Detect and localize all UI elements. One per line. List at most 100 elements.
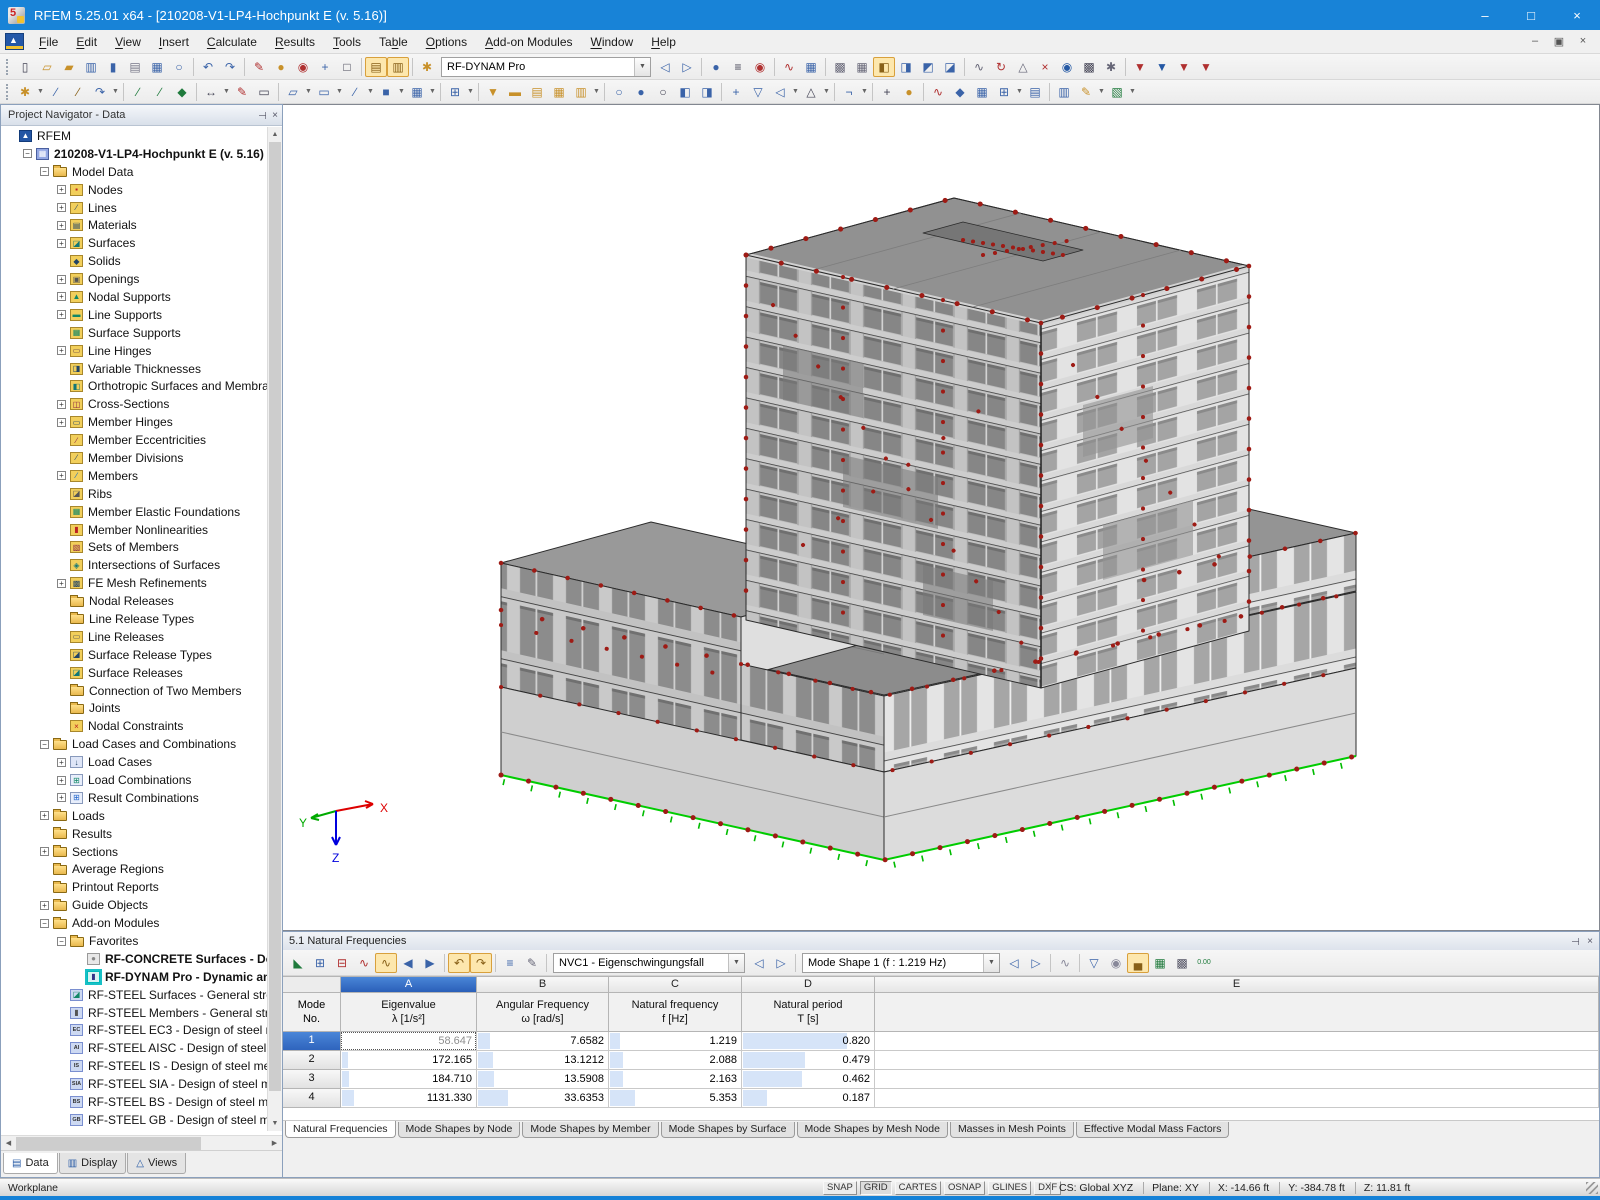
tree-item-member-hinges[interactable]: +▭Member Hinges — [1, 413, 282, 431]
decimal-places-icon[interactable]: 0.00 — [1193, 953, 1215, 973]
tree-expander-icon[interactable]: + — [57, 239, 66, 248]
tree-item-210208-v1-lp4-hochpunkt-e-v-5-16[interactable]: −▦210208-V1-LP4-Hochpunkt E (v. 5.16) — [1, 145, 282, 163]
tree-item-variable-thicknesses[interactable]: ◨Variable Thicknesses — [1, 360, 282, 378]
close-button[interactable]: × — [1554, 0, 1600, 30]
tree-item-average-regions[interactable]: Average Regions — [1, 861, 282, 879]
menu-calculate[interactable]: Calculate — [198, 32, 266, 52]
table-tab-mode-shapes-by-node[interactable]: Mode Shapes by Node — [398, 1122, 521, 1138]
tree-expander-icon[interactable]: + — [40, 847, 49, 856]
column-letter-A[interactable]: A — [341, 976, 477, 993]
mdi-minimize-button[interactable]: – — [1528, 35, 1542, 48]
time-diagram-icon[interactable]: ∿ — [1054, 953, 1076, 973]
status-toggle-glines[interactable]: GLINES — [988, 1181, 1031, 1195]
navigator-tab-data[interactable]: ▤Data — [3, 1153, 58, 1174]
dropdown-arrow-icon[interactable]: ▼ — [335, 88, 344, 95]
tree-item-intersections-of-surfaces[interactable]: ◈Intersections of Surfaces — [1, 556, 282, 574]
column-letter-D[interactable]: D — [742, 976, 875, 993]
rendering-icon[interactable]: ✎ — [248, 57, 270, 77]
menu-table[interactable]: Table — [370, 32, 417, 52]
result-diagram-icon[interactable]: ∿ — [353, 953, 375, 973]
status-toggle-osnap[interactable]: OSNAP — [944, 1181, 985, 1195]
tree-item-rf-steel-is-design-of-steel-mem[interactable]: ISRF-STEEL IS - Design of steel mem — [1, 1057, 282, 1075]
solid-tool-icon[interactable]: ■ — [375, 82, 397, 102]
cell-D4[interactable]: 0.187 — [742, 1089, 875, 1108]
tree-expander-icon[interactable]: + — [57, 776, 66, 785]
cancel-icon[interactable]: × — [1034, 57, 1056, 77]
tree-item-loads[interactable]: +Loads — [1, 807, 282, 825]
filter-results-icon[interactable]: ▽ — [1083, 953, 1105, 973]
cell-B1[interactable]: 7.6582 — [477, 1032, 609, 1051]
redo-icon[interactable]: ↷ — [219, 57, 241, 77]
toolbar-grip[interactable] — [6, 59, 11, 75]
view-z-icon[interactable]: ◪ — [939, 57, 961, 77]
tree-item-fe-mesh-refinements[interactable]: +▩FE Mesh Refinements — [1, 574, 282, 592]
tree-expander-icon[interactable]: − — [23, 149, 32, 158]
new-model-icon[interactable]: ▯ — [14, 57, 36, 77]
column-letter-B[interactable]: B — [477, 976, 609, 993]
table-tab-mode-shapes-by-surface[interactable]: Mode Shapes by Surface — [661, 1122, 795, 1138]
tree-item-add-on-modules[interactable]: −Add-on Modules — [1, 914, 282, 932]
results-deform-icon[interactable]: ∿ — [927, 82, 949, 102]
block-tool-icon[interactable]: ▦ — [406, 82, 428, 102]
free-load-icon[interactable]: ▥ — [570, 82, 592, 102]
mdi-document-icon[interactable] — [5, 33, 24, 50]
column-header-A[interactable]: Eigenvalueλ [1/s²] — [341, 993, 477, 1032]
column-header-C[interactable]: Natural frequencyf [Hz] — [609, 993, 742, 1032]
select-rect-icon[interactable]: ▭ — [253, 82, 275, 102]
status-toggle-grid[interactable]: GRID — [860, 1181, 892, 1195]
prev-view-icon[interactable]: ◨ — [696, 82, 718, 102]
zoom-icon[interactable]: ○ — [608, 82, 630, 102]
tower-right-facade[interactable] — [1041, 266, 1249, 688]
model-3d-view[interactable]: X Y Z — [283, 105, 1598, 930]
tree-expander-icon[interactable]: + — [57, 579, 66, 588]
scroll-down-icon[interactable]: ▼ — [268, 1116, 282, 1131]
print-icon[interactable]: ▦ — [146, 57, 168, 77]
cell-E1[interactable] — [875, 1032, 1599, 1051]
prev-mode-icon[interactable]: ◁ — [1003, 953, 1025, 973]
table-tab-masses-in-mesh-points[interactable]: Masses in Mesh Points — [950, 1122, 1074, 1138]
tree-item-rf-steel-surfaces-general-stress[interactable]: ◪RF-STEEL Surfaces - General stress — [1, 986, 282, 1004]
row-header-2[interactable]: 2 — [283, 1051, 341, 1070]
jump-back-icon[interactable]: ↶ — [448, 953, 470, 973]
comment-icon[interactable]: ✎ — [231, 82, 253, 102]
display-props-icon[interactable]: ✎ — [1075, 82, 1097, 102]
cell-D2[interactable]: 0.479 — [742, 1051, 875, 1070]
pin-icon[interactable]: ⊤ — [1569, 937, 1580, 946]
open-model-icon[interactable]: ▱ — [36, 57, 58, 77]
dimension-icon[interactable]: ↔ — [200, 82, 222, 102]
tree-item-ribs[interactable]: ◪Ribs — [1, 485, 282, 503]
tree-item-surface-release-types[interactable]: ◪Surface Release Types — [1, 646, 282, 664]
tree-item-orthotropic-surfaces-and-membra[interactable]: ◧Orthotropic Surfaces and Membra — [1, 377, 282, 395]
opening-tool-icon[interactable]: ▭ — [313, 82, 335, 102]
generate-table-icon[interactable]: ✱ — [416, 57, 438, 77]
tree-item-rf-steel-aisc-design-of-steel-m[interactable]: AIRF-STEEL AISC - Design of steel m — [1, 1039, 282, 1057]
open-project-icon[interactable]: ▰ — [58, 57, 80, 77]
row-header-3[interactable]: 3 — [283, 1070, 341, 1089]
tree-item-model-data[interactable]: −Model Data — [1, 163, 282, 181]
tree-item-result-combinations[interactable]: +⊞Result Combinations — [1, 789, 282, 807]
tree-expander-icon[interactable]: + — [57, 793, 66, 802]
mdi-close-button[interactable]: × — [1576, 35, 1590, 48]
surface-tool-icon[interactable]: ▱ — [282, 82, 304, 102]
light-icon[interactable]: ● — [270, 57, 292, 77]
tree-item-rf-steel-sia-design-of-steel-mer[interactable]: SIARF-STEEL SIA - Design of steel mer — [1, 1075, 282, 1093]
tree-item-joints[interactable]: Joints — [1, 700, 282, 718]
tree-item-connection-of-two-members[interactable]: Connection of Two Members — [1, 682, 282, 700]
results-panel-icon[interactable]: ▦ — [971, 82, 993, 102]
mirror-icon[interactable]: △ — [1012, 57, 1034, 77]
tree-item-rf-steel-members-general-stres[interactable]: ▮RF-STEEL Members - General stres — [1, 1004, 282, 1022]
prev-column-icon[interactable]: ◀ — [397, 953, 419, 973]
resize-grip[interactable] — [1586, 1182, 1598, 1194]
dock-tables-icon[interactable]: ▦ — [800, 57, 822, 77]
node-tool-icon[interactable]: ✱ — [14, 82, 36, 102]
table-tab-natural-frequencies[interactable]: Natural Frequencies — [285, 1121, 396, 1138]
dropdown-arrow-icon[interactable]: ▼ — [428, 88, 437, 95]
tree-item-member-nonlinearities[interactable]: ▮Member Nonlinearities — [1, 521, 282, 539]
module-selector[interactable]: RF-DYNAM Pro▼ — [441, 57, 651, 77]
cell-C3[interactable]: 2.163 — [609, 1070, 742, 1089]
copy-move-icon[interactable]: ⊞ — [444, 82, 466, 102]
dropdown-arrow-icon[interactable]: ▼ — [634, 58, 650, 76]
member-load-icon[interactable]: ▬ — [504, 82, 526, 102]
dropdown-arrow-icon[interactable]: ▼ — [791, 88, 800, 95]
dropdown-arrow-icon[interactable]: ▼ — [466, 88, 475, 95]
